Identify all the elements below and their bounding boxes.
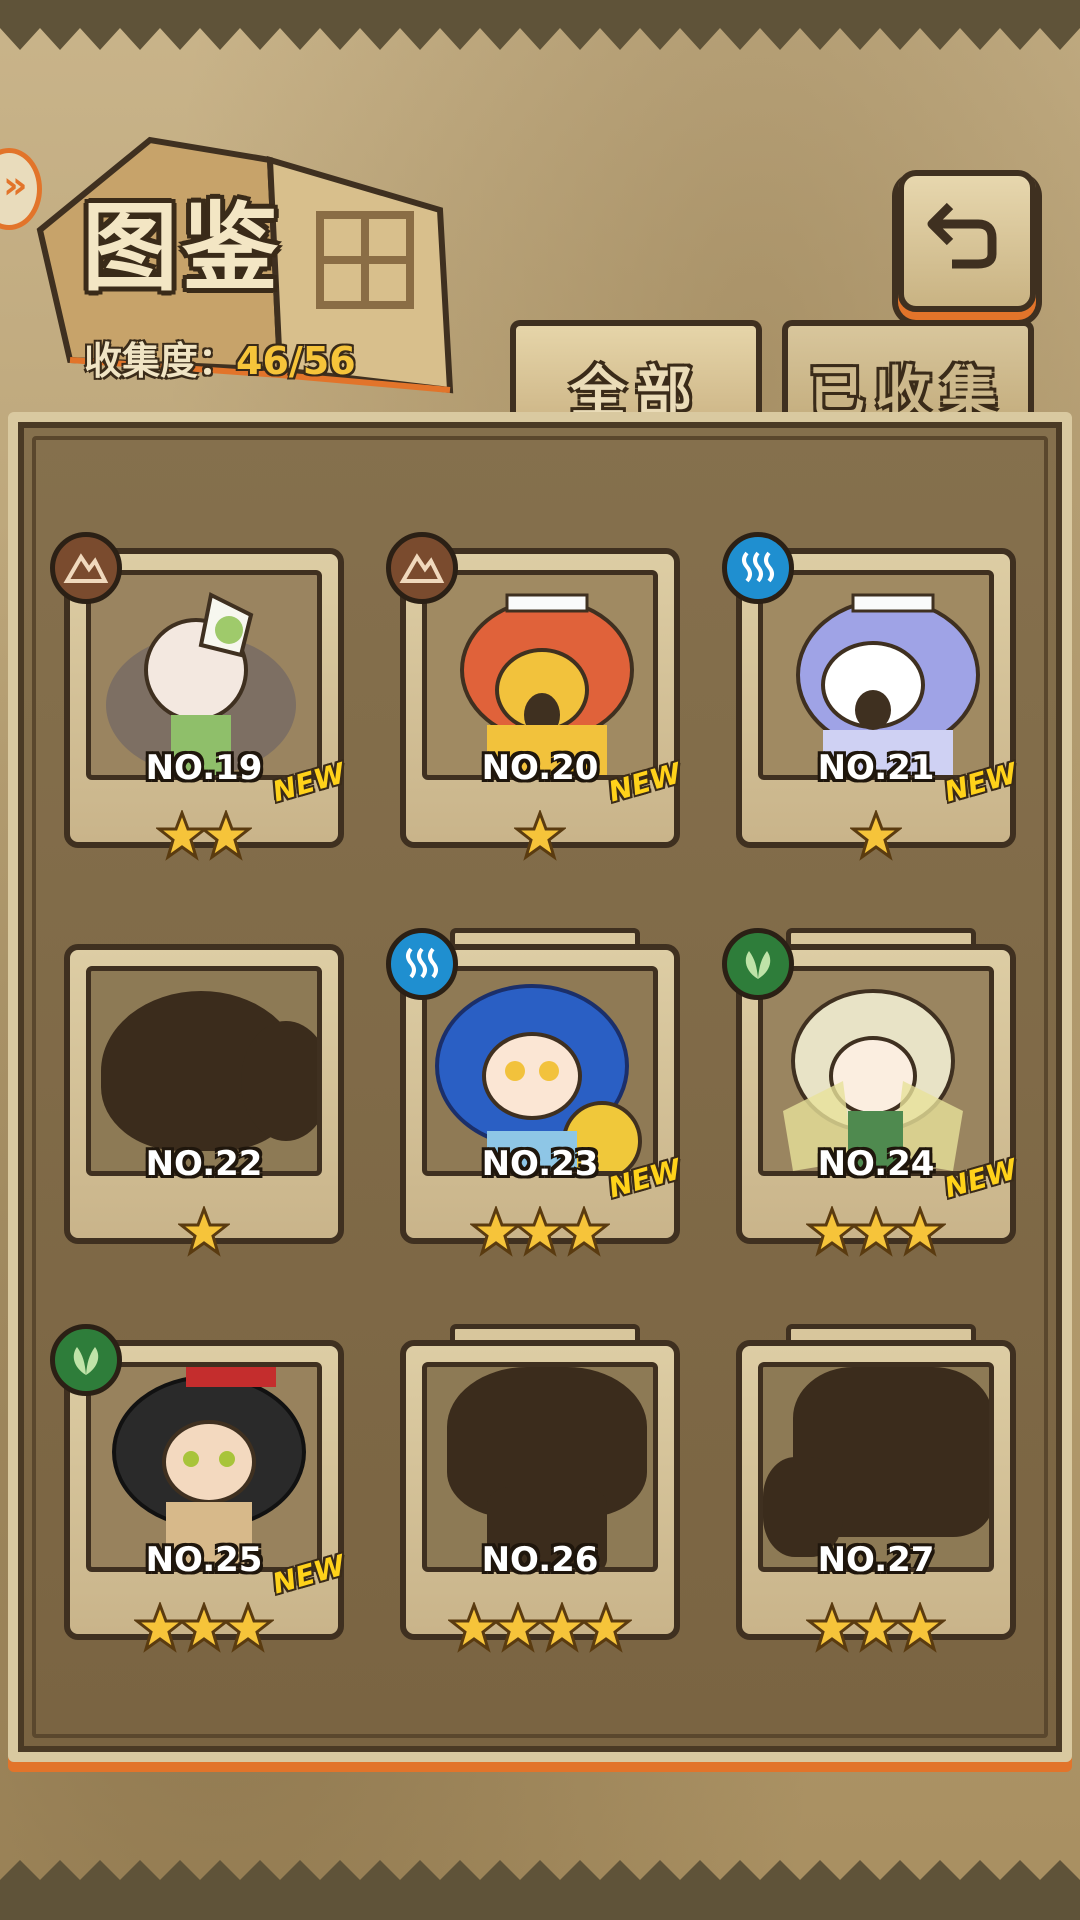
card-no-22[interactable]: NO.22	[64, 944, 344, 1257]
card-no-20[interactable]: NO.20 NEW	[386, 532, 685, 861]
star-rating	[64, 810, 344, 864]
star-rating	[736, 810, 1016, 864]
star-rating	[736, 1206, 1016, 1260]
card-no-27[interactable]: NO.27	[736, 1324, 1016, 1653]
star-rating	[400, 1602, 680, 1656]
collection-label: 收集度：	[84, 339, 237, 383]
star-icon	[850, 810, 902, 861]
card-number: NO.26	[481, 1540, 599, 1580]
star-icon	[558, 1206, 610, 1257]
collection-value: 46/56	[236, 339, 356, 383]
star-icon	[200, 810, 252, 861]
star-rating	[64, 1206, 344, 1260]
star-rating	[400, 1206, 680, 1260]
collection-progress: 收集度：46/56	[84, 330, 356, 385]
star-icon	[894, 1206, 946, 1257]
card-number: NO.22	[145, 1144, 263, 1184]
earth-element-icon	[386, 532, 458, 604]
return-arrow-icon	[927, 202, 997, 269]
top-zigzag-border	[0, 0, 1080, 50]
water-element-icon	[386, 928, 458, 1000]
star-rating	[64, 1602, 344, 1656]
star-icon	[580, 1602, 632, 1653]
card-no-26[interactable]: NO.26	[400, 1324, 680, 1653]
card-no-21[interactable]: NO.21 NEW	[722, 532, 1021, 861]
card-no-24[interactable]: NO.24 NEW	[722, 928, 1021, 1257]
bottom-zigzag-border	[0, 1860, 1080, 1920]
star-icon	[222, 1602, 274, 1653]
card-number: NO.27	[817, 1540, 935, 1580]
page-title: 图鉴	[82, 191, 282, 304]
star-icon	[514, 810, 566, 861]
wood-element-icon	[722, 928, 794, 1000]
star-rating	[400, 810, 680, 864]
earth-element-icon	[50, 532, 122, 604]
card-no-23[interactable]: NO.23 NEW	[386, 928, 685, 1257]
star-icon	[178, 1206, 230, 1257]
star-icon	[894, 1602, 946, 1653]
wood-element-icon	[50, 1324, 122, 1396]
back-button[interactable]	[898, 170, 1036, 312]
water-element-icon	[722, 532, 794, 604]
card-no-25[interactable]: NO.25 NEW	[50, 1324, 349, 1653]
card-no-19[interactable]: NO.19 NEW	[50, 532, 349, 861]
star-rating	[736, 1602, 1016, 1656]
